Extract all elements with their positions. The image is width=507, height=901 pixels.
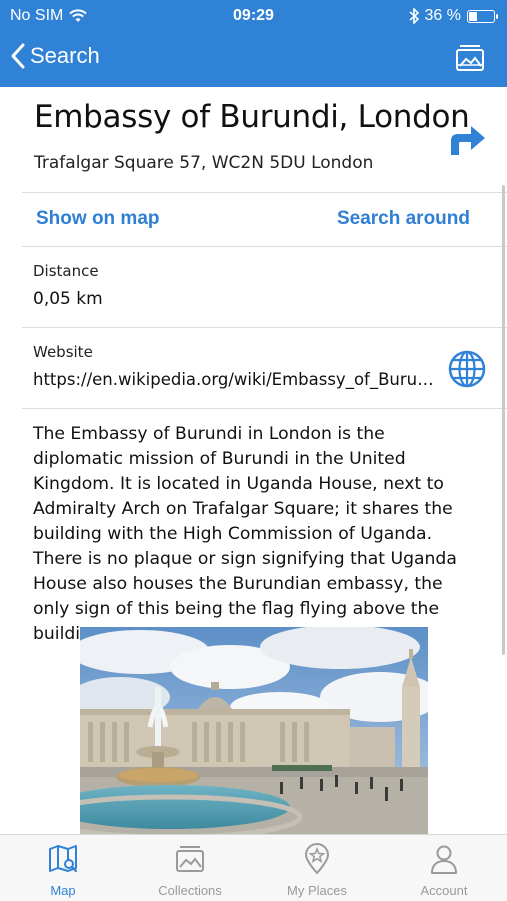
search-around-button[interactable]: Search around: [337, 208, 470, 230]
place-detail[interactable]: Embassy of Burundi, London Trafalgar Squ…: [0, 87, 507, 834]
back-button[interactable]: Search: [10, 42, 100, 70]
place-description: The Embassy of Burundi in London is the …: [33, 424, 457, 644]
distance-value: 0,05 km: [33, 289, 103, 309]
collections-icon: [176, 846, 204, 872]
status-right: 36 %: [409, 7, 498, 25]
tab-account-label: Account: [420, 883, 468, 898]
place-header: Embassy of Burundi, London Trafalgar Squ…: [0, 87, 507, 192]
distance-label: Distance: [33, 262, 99, 280]
tab-collections[interactable]: Collections: [127, 835, 253, 901]
tab-my-places[interactable]: My Places: [254, 835, 380, 901]
open-website-button[interactable]: [448, 350, 486, 393]
distance-section: Distance 0,05 km: [0, 247, 507, 327]
directions-button[interactable]: [447, 121, 487, 162]
show-on-map-button[interactable]: Show on map: [36, 208, 160, 230]
actions-row: Show on map Search around: [0, 193, 507, 246]
website-section: Website https://en.wikipedia.org/wiki/Em…: [0, 328, 507, 408]
person-icon: [431, 845, 457, 874]
globe-icon: [448, 350, 486, 388]
tab-my-places-label: My Places: [287, 883, 347, 898]
pin-icon: [304, 843, 330, 875]
directions-arrow-icon: [451, 126, 485, 155]
gallery-icon: [456, 45, 484, 71]
place-photo: [80, 627, 428, 834]
trafalgar-square-photo: [80, 627, 428, 834]
tab-account[interactable]: Account: [381, 835, 507, 901]
battery-level: [469, 11, 478, 21]
battery-percent: 36 %: [424, 7, 461, 24]
nav-bar: Search: [0, 32, 507, 87]
map-icon: [49, 845, 78, 873]
status-bar: No SIM 09:29 36 %: [0, 0, 507, 32]
website-label: Website: [33, 343, 93, 361]
place-title: Embassy of Burundi, London: [34, 99, 470, 135]
place-address: Trafalgar Square 57, WC2N 5DU London: [34, 153, 374, 173]
tab-bar: Map Collections My Places Account: [0, 834, 507, 901]
back-label: Search: [30, 43, 100, 68]
gallery-button[interactable]: [453, 41, 487, 80]
chevron-left-icon: [11, 43, 25, 69]
website-link[interactable]: https://en.wikipedia.org/wiki/Embassy_of…: [33, 370, 437, 389]
bluetooth-icon: [409, 8, 419, 24]
tab-collections-label: Collections: [158, 883, 222, 898]
tab-map-label: Map: [50, 883, 76, 898]
battery-icon: [467, 9, 498, 23]
tab-map[interactable]: Map: [0, 835, 126, 901]
